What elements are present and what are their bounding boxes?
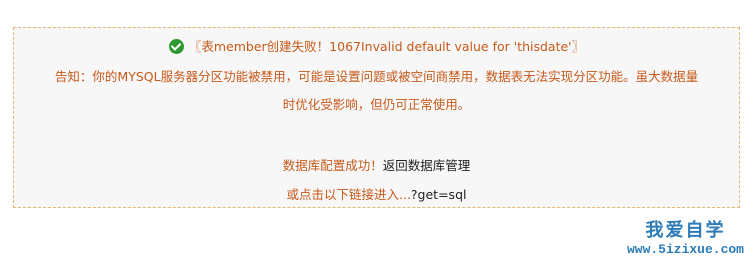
success-line: 数据库配置成功！返回数据库管理 [14, 155, 739, 174]
watermark-url: www.5izixue.com [626, 242, 744, 257]
site-watermark: 我爱自学 www.5izixue.com [627, 216, 744, 257]
watermark-title: 我爱自学 [645, 220, 726, 241]
enter-sql-link[interactable]: ?get=sql [411, 187, 467, 202]
check-circle-icon [168, 39, 184, 54]
error-message: 〖表member创建失败！1067Invalid default value f… [188, 39, 585, 54]
back-to-db-manage-link[interactable]: 返回数据库管理 [383, 158, 471, 173]
partition-warning-line-1: 告知：你的MYSQL服务器分区功能被禁用，可能是设置问题或被空间商禁用，数据表无… [54, 69, 699, 84]
partition-warning-line-2: 时优化受影响，但仍可正常使用。 [282, 97, 471, 112]
enter-prefix-text: 或点击以下链接进入... [286, 187, 411, 202]
install-notice-box: 〖表member创建失败！1067Invalid default value f… [13, 27, 740, 208]
error-line: 〖表member创建失败！1067Invalid default value f… [14, 36, 739, 55]
enter-line: 或点击以下链接进入...?get=sql [14, 184, 739, 203]
success-text: 数据库配置成功！ [282, 158, 383, 173]
